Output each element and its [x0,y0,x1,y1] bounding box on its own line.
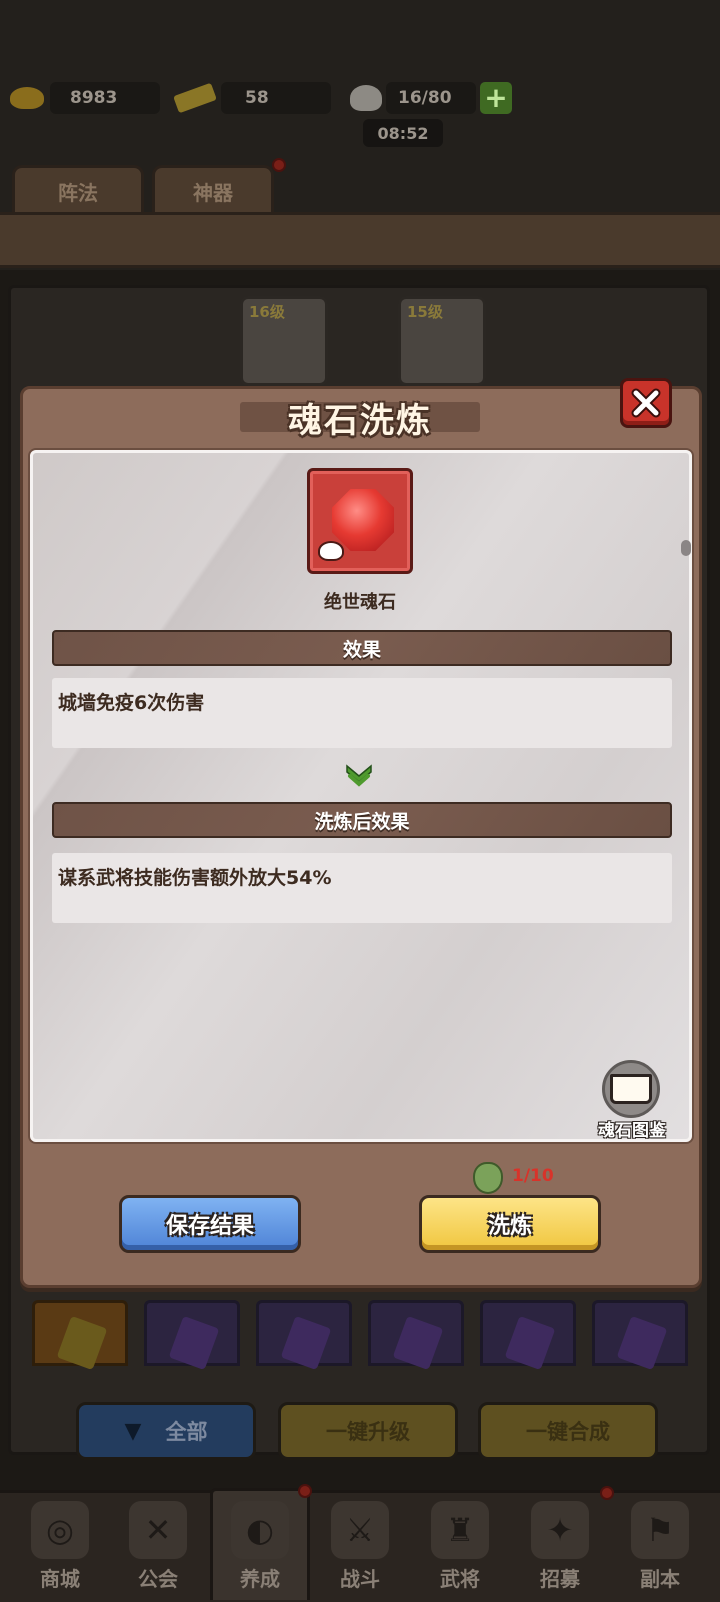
ticket-amount: 58 [221,82,331,114]
dungeon-icon: ⚑ [631,1501,689,1559]
cultivate-icon: ◐ [231,1501,289,1559]
nav-item-guild[interactable]: ✕ 公会 [108,1500,208,1600]
item-name: 绝世魂石 [324,592,396,613]
stamina-amount: 16/80 [386,82,476,114]
gem-icon [504,1315,556,1371]
gold-amount: 8983 [50,82,160,114]
nav-label: 副本 [640,1567,680,1591]
nav-label: 战斗 [340,1567,380,1591]
scroll-indicator[interactable] [681,540,691,556]
gem-icon [56,1315,108,1371]
codex-label: 魂石图鉴 [598,1121,666,1141]
notification-dot [600,1486,614,1500]
nav-label: 商城 [40,1567,80,1591]
crossed-swords-icon: ⚔ [331,1501,389,1559]
guild-icon: ✕ [129,1501,187,1559]
gem-icon [168,1315,220,1371]
nav-item-recruit[interactable]: ✦ 招募 [510,1500,610,1600]
soulstone-item[interactable] [307,468,413,574]
nav-label: 养成 [240,1567,280,1591]
nav-item-dungeon[interactable]: ⚑ 副本 [610,1500,710,1600]
filter-all-button[interactable]: ▼ 全部 [76,1402,256,1460]
soulstone-slot[interactable] [480,1300,576,1371]
after-effect-header: 洗炼后效果 [52,802,672,838]
nav-item-generals[interactable]: ♜ 武将 [410,1500,510,1600]
refine-stone-icon [473,1162,503,1194]
notification-dot [272,158,286,172]
soulstone-slot[interactable] [368,1300,464,1371]
filter-all-label: 全部 [165,1420,208,1444]
refine-button[interactable]: 洗炼 [419,1195,601,1253]
after-effect-text: 谋系武将技能伤害额外放大54% [52,853,672,923]
upgrade-all-button[interactable]: 一键升级 [278,1402,458,1460]
bun-icon [350,85,382,111]
rabbit-badge-icon [318,541,344,561]
soulstone-slot[interactable] [144,1300,240,1371]
triangle-down-icon: ▼ [124,1418,142,1444]
soulstone-slot[interactable] [256,1300,352,1371]
shop-icon: ◎ [31,1501,89,1559]
merge-all-button[interactable]: 一键合成 [478,1402,658,1460]
hero-card[interactable]: 15级 [398,296,486,386]
stamina-counter: 16/80 + [350,80,512,116]
soulstone-slot[interactable] [592,1300,688,1371]
refine-cost: 1/10 [512,1166,554,1186]
tab-formation[interactable]: 阵法 [12,165,144,215]
nav-item-battle[interactable]: ⚔ 战斗 [310,1500,410,1600]
close-button[interactable] [620,378,672,428]
red-gem-icon [332,489,394,551]
gem-icon [392,1315,444,1371]
hero-level: 15级 [407,303,443,321]
recruit-icon: ✦ [531,1501,589,1559]
nav-label: 招募 [540,1567,580,1591]
add-stamina-button[interactable]: + [480,82,512,114]
helmet-icon: ♜ [431,1501,489,1559]
effect-header: 效果 [52,630,672,666]
tab-content-bar [0,212,720,268]
nav-item-shop[interactable]: ◎ 商城 [10,1500,110,1600]
gold-ingot-icon [10,87,44,109]
save-result-button[interactable]: 保存结果 [119,1195,301,1253]
chevron-down-icon [346,764,372,787]
gem-icon [616,1315,668,1371]
book-icon [610,1074,652,1104]
current-effect-text: 城墙免疫6次伤害 [52,678,672,748]
soulstone-slot[interactable] [32,1300,128,1371]
close-icon [631,388,661,418]
ticket-counter: 58 [173,80,331,116]
tab-artifact[interactable]: 神器 [152,165,274,215]
gem-icon [280,1315,332,1371]
nav-label: 武将 [440,1567,480,1591]
soulstone-codex-button[interactable]: 魂石图鉴 [592,1060,672,1141]
stamina-timer: 08:52 [363,119,443,147]
gold-counter: 8983 [10,80,160,116]
nav-label: 公会 [138,1567,178,1591]
hero-level: 16级 [249,303,285,321]
nav-item-cultivate[interactable]: ◐ 养成 [210,1488,310,1600]
hero-card[interactable]: 16级 [240,296,328,386]
dialog-title: 魂石洗炼 [288,400,432,441]
ticket-icon [173,82,217,114]
notification-dot [298,1484,312,1498]
